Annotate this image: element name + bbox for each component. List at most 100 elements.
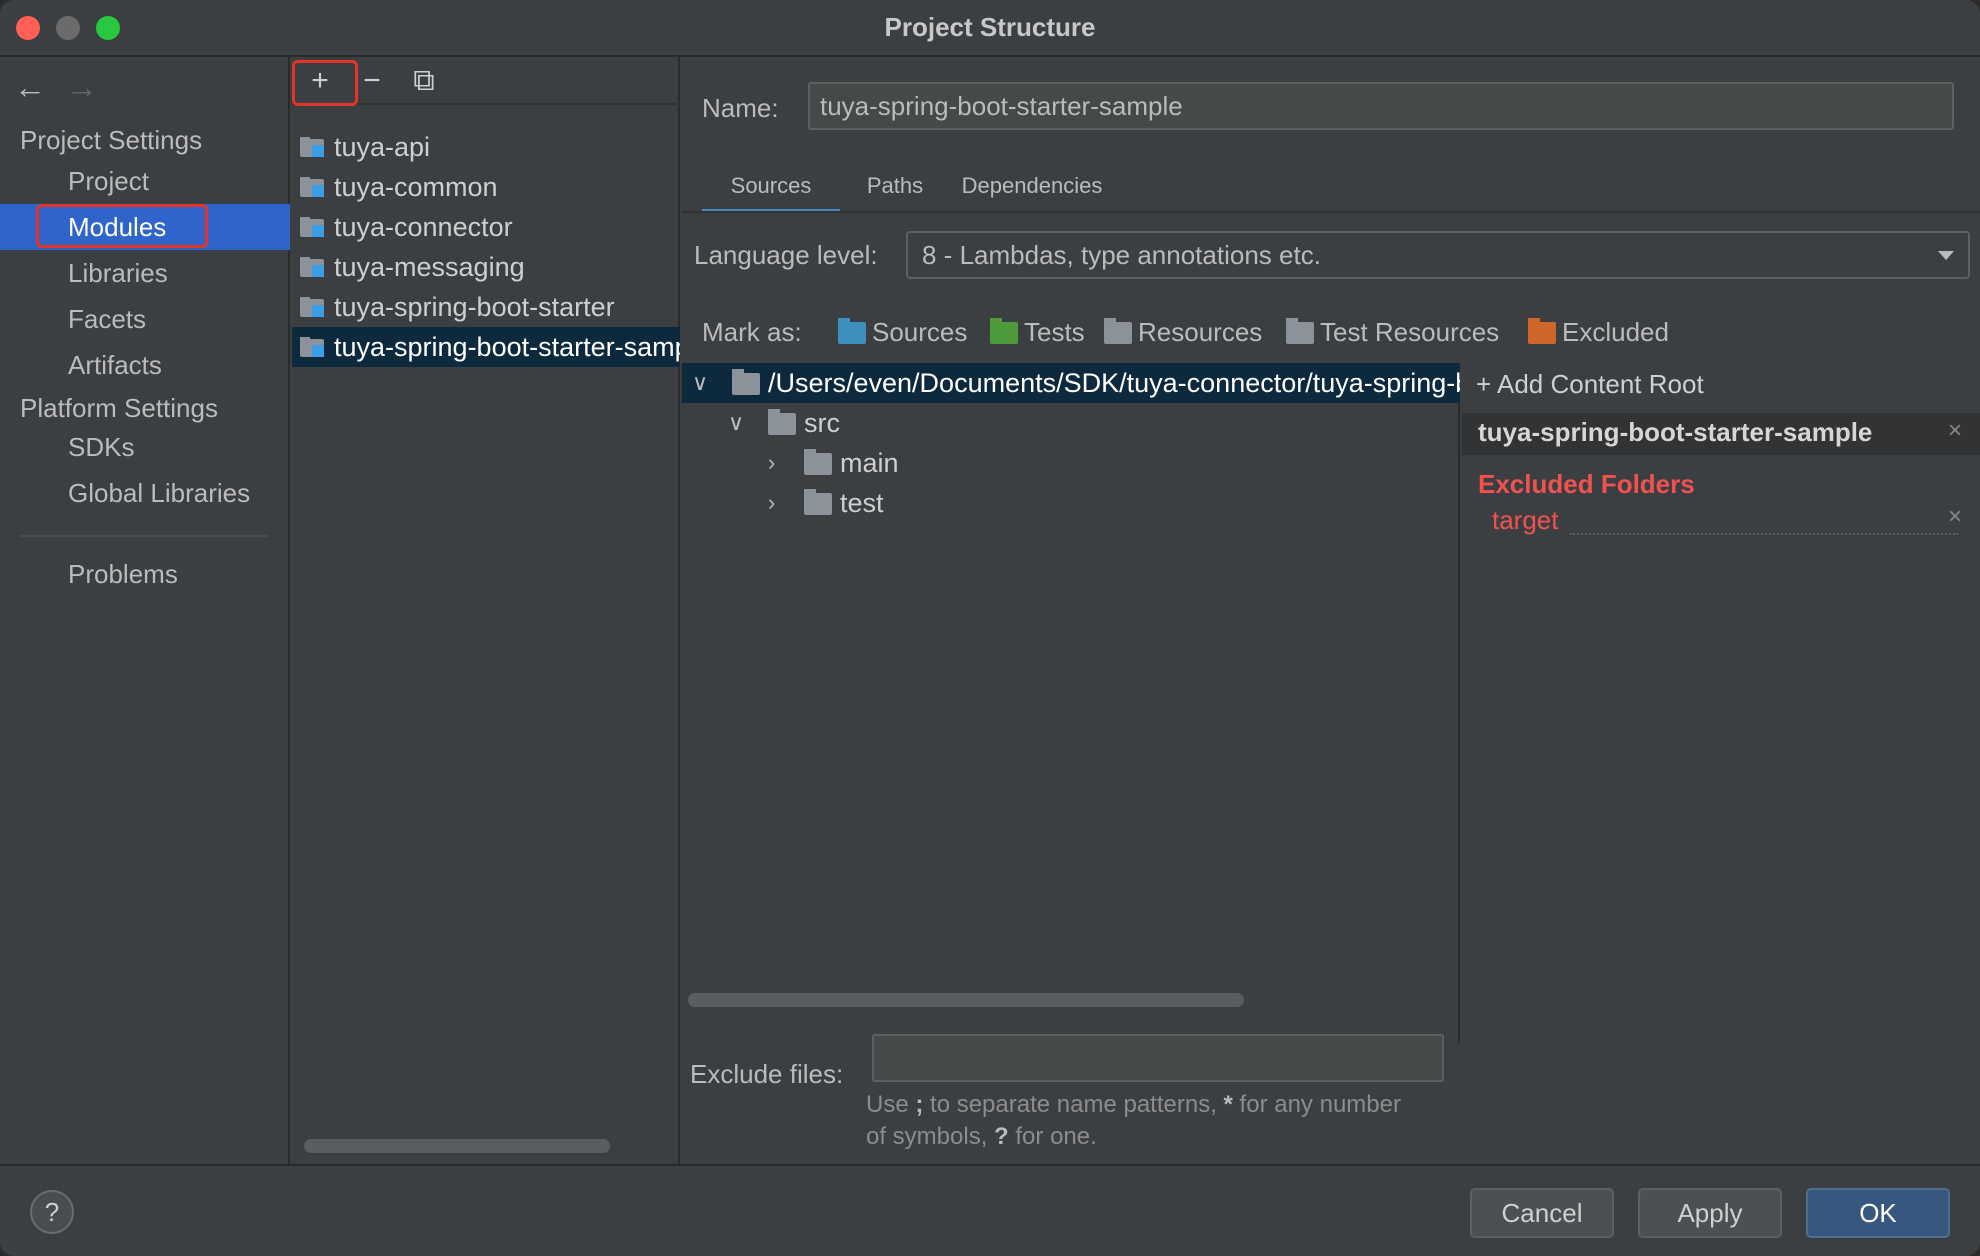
window-title: Project Structure xyxy=(884,12,1096,42)
tree-row-src[interactable]: ∨ src xyxy=(682,403,1460,443)
help-button[interactable]: ? xyxy=(30,1190,74,1234)
module-folder-icon xyxy=(300,217,326,237)
tree-row-content-root[interactable]: ∨ /Users/even/Documents/SDK/tuya-connect… xyxy=(682,363,1460,403)
module-item-tuya-spring-boot-starter-sample[interactable]: tuya-spring-boot-starter-sample xyxy=(292,327,680,367)
module-item-tuya-api[interactable]: tuya-api xyxy=(292,127,680,167)
module-name-field[interactable]: tuya-spring-boot-starter-sample xyxy=(808,82,1954,130)
sidebar-item-project[interactable]: Project xyxy=(0,158,290,204)
sidebar-item-sdks[interactable]: SDKs xyxy=(0,424,290,470)
highlight-box-add xyxy=(292,60,358,106)
add-module-button[interactable]: + xyxy=(292,60,358,106)
tab-paths[interactable]: Paths xyxy=(850,165,940,213)
content-root-panel: + Add Content Root tuya-spring-boot-star… xyxy=(1462,363,1980,1164)
excluded-dotted-leader xyxy=(1570,533,1958,535)
tests-folder-icon xyxy=(990,318,1018,344)
excluded-folder-target: target xyxy=(1492,505,1559,535)
language-level-select[interactable]: 8 - Lambdas, type annotations etc. xyxy=(906,231,1970,279)
chevron-down-icon[interactable]: ∨ xyxy=(692,363,708,403)
module-list-scrollbar[interactable] xyxy=(304,1139,610,1153)
mark-as-excluded-label: Excluded xyxy=(1562,317,1669,347)
folder-icon xyxy=(732,369,760,395)
remove-content-root-icon[interactable]: × xyxy=(1948,417,1962,445)
language-level-label: Language level: xyxy=(694,240,878,270)
module-label: tuya-messaging xyxy=(334,252,525,282)
mark-as-sources-label: Sources xyxy=(872,317,968,347)
copy-module-button[interactable]: ⧉ xyxy=(402,61,446,101)
tree-row-main[interactable]: › main xyxy=(682,443,1460,483)
chevron-right-icon[interactable]: › xyxy=(768,483,775,523)
add-content-root-button[interactable]: + Add Content Root xyxy=(1476,369,1704,400)
sidebar-item-artifacts[interactable]: Artifacts xyxy=(0,342,290,388)
tree-label: main xyxy=(840,448,899,478)
platform-settings-heading: Platform Settings xyxy=(20,393,218,423)
excluded-folders-heading: Excluded Folders xyxy=(1478,469,1695,499)
mark-as-resources-label: Resources xyxy=(1138,317,1263,347)
tree-label: src xyxy=(804,408,840,438)
module-folder-icon xyxy=(300,257,326,277)
folder-icon xyxy=(768,409,796,435)
dialog-footer: ? Cancel Apply OK xyxy=(0,1164,1980,1256)
content-tree-panel: ∨ /Users/even/Documents/SDK/tuya-connect… xyxy=(682,363,1460,1043)
mark-as-resources-button[interactable]: Resources xyxy=(1104,317,1262,348)
resources-folder-icon xyxy=(1104,318,1132,344)
sidebar-item-libraries[interactable]: Libraries xyxy=(0,250,290,296)
module-folder-icon xyxy=(300,137,326,157)
project-structure-window: Project Structure ← → Project Settings Pr… xyxy=(0,0,1980,1256)
forward-arrow-icon[interactable]: → xyxy=(66,69,118,106)
tree-row-test[interactable]: › test xyxy=(682,483,1460,523)
chevron-right-icon[interactable]: › xyxy=(768,443,775,483)
mark-as-excluded-button[interactable]: Excluded xyxy=(1528,317,1669,348)
cancel-button[interactable]: Cancel xyxy=(1470,1188,1614,1238)
minus-icon: − xyxy=(363,64,381,97)
ok-button[interactable]: OK xyxy=(1806,1188,1950,1238)
tree-scrollbar[interactable] xyxy=(688,993,1244,1007)
mark-as-test-resources-button[interactable]: Test Resources xyxy=(1286,317,1499,348)
exclude-files-input[interactable] xyxy=(872,1034,1444,1082)
module-item-tuya-spring-boot-starter[interactable]: tuya-spring-boot-starter xyxy=(292,287,680,327)
remove-excluded-icon[interactable]: × xyxy=(1948,503,1962,531)
exclude-files-label: Exclude files: xyxy=(690,1059,844,1089)
back-arrow-icon[interactable]: ← xyxy=(14,69,66,106)
mark-as-test-resources-label: Test Resources xyxy=(1320,317,1500,347)
folder-icon xyxy=(804,489,832,515)
module-label: tuya-api xyxy=(334,132,431,162)
test-resources-folder-icon xyxy=(1286,318,1314,344)
mark-as-tests-label: Tests xyxy=(1024,317,1085,347)
content-root-name: tuya-spring-boot-starter-sample xyxy=(1478,417,1873,447)
exclude-files-hint: Use ; to separate name patterns, * for a… xyxy=(866,1091,1401,1150)
chevron-down-icon[interactable]: ∨ xyxy=(728,403,744,443)
apply-button[interactable]: Apply xyxy=(1638,1188,1782,1238)
copy-icon: ⧉ xyxy=(413,64,435,97)
project-settings-heading: Project Settings xyxy=(20,125,203,155)
sidebar-item-global-libraries[interactable]: Global Libraries xyxy=(0,470,290,516)
remove-module-button[interactable]: − xyxy=(350,61,394,101)
tab-sources[interactable]: Sources xyxy=(702,165,840,213)
tab-dependencies[interactable]: Dependencies xyxy=(952,165,1112,213)
history-arrows: ← → xyxy=(14,69,118,106)
content-root-header: tuya-spring-boot-starter-sample × xyxy=(1462,413,1980,455)
excluded-folder-icon xyxy=(1528,318,1556,344)
module-label: tuya-spring-boot-starter-sample xyxy=(334,332,680,362)
mark-as-sources-button[interactable]: Sources xyxy=(838,317,967,348)
mark-as-tests-button[interactable]: Tests xyxy=(990,317,1085,348)
settings-sidebar: ← → Project Settings Project Modules Libr… xyxy=(0,57,290,1164)
folder-icon xyxy=(804,449,832,475)
module-list-panel: + − ⧉ tuya-api tuya-common tuya-connecto… xyxy=(292,57,680,1164)
name-label: Name: xyxy=(702,93,779,123)
mark-as-label: Mark as: xyxy=(702,317,802,347)
module-label: tuya-common xyxy=(334,172,498,202)
module-label: tuya-spring-boot-starter xyxy=(334,292,615,322)
sidebar-item-facets[interactable]: Facets xyxy=(0,296,290,342)
tree-label: test xyxy=(840,488,884,518)
sidebar-divider xyxy=(20,535,268,537)
sidebar-item-problems[interactable]: Problems xyxy=(0,551,290,597)
module-item-tuya-common[interactable]: tuya-common xyxy=(292,167,680,207)
tree-label: /Users/even/Documents/SDK/tuya-connector… xyxy=(768,368,1460,398)
module-folder-icon xyxy=(300,337,326,357)
module-detail-panel: Name: tuya-spring-boot-starter-sample So… xyxy=(682,57,1980,1164)
module-folder-icon xyxy=(300,177,326,197)
module-item-tuya-connector[interactable]: tuya-connector xyxy=(292,207,680,247)
chevron-down-icon xyxy=(1938,251,1954,260)
title-bar: Project Structure xyxy=(0,0,1980,57)
module-item-tuya-messaging[interactable]: tuya-messaging xyxy=(292,247,680,287)
